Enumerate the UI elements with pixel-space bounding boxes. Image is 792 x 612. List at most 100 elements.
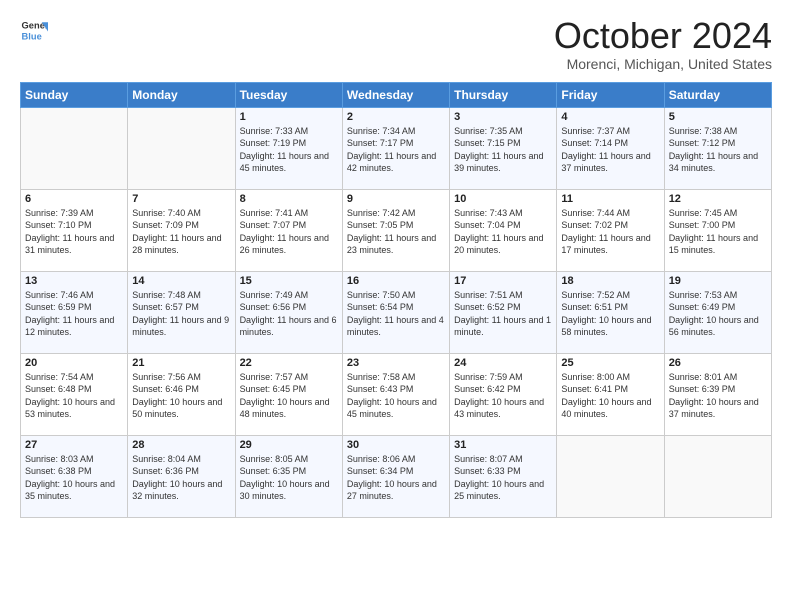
- header-sunday: Sunday: [21, 82, 128, 107]
- day-info: Sunrise: 7:45 AM Sunset: 7:00 PM Dayligh…: [669, 207, 767, 257]
- day-info: Sunrise: 7:48 AM Sunset: 6:57 PM Dayligh…: [132, 289, 230, 339]
- day-info: Sunrise: 7:54 AM Sunset: 6:48 PM Dayligh…: [25, 371, 123, 421]
- day-cell: 15 Sunrise: 7:49 AM Sunset: 6:56 PM Dayli…: [235, 271, 342, 353]
- logo-icon: General Blue: [20, 16, 48, 44]
- days-header-row: Sunday Monday Tuesday Wednesday Thursday…: [21, 82, 772, 107]
- day-cell: 14 Sunrise: 7:48 AM Sunset: 6:57 PM Dayli…: [128, 271, 235, 353]
- day-number: 19: [669, 275, 767, 287]
- calendar-header: General Blue October 2024 Morenci, Michi…: [20, 16, 772, 72]
- day-cell: 3 Sunrise: 7:35 AM Sunset: 7:15 PM Daylig…: [450, 107, 557, 189]
- day-cell: 23 Sunrise: 7:58 AM Sunset: 6:43 PM Dayli…: [342, 353, 449, 435]
- day-cell: 21 Sunrise: 7:56 AM Sunset: 6:46 PM Dayli…: [128, 353, 235, 435]
- day-info: Sunrise: 7:56 AM Sunset: 6:46 PM Dayligh…: [132, 371, 230, 421]
- header-wednesday: Wednesday: [342, 82, 449, 107]
- day-cell: 5 Sunrise: 7:38 AM Sunset: 7:12 PM Daylig…: [664, 107, 771, 189]
- day-number: 29: [240, 439, 338, 451]
- day-number: 18: [561, 275, 659, 287]
- day-number: 13: [25, 275, 123, 287]
- header-thursday: Thursday: [450, 82, 557, 107]
- week-row-1: 1 Sunrise: 7:33 AM Sunset: 7:19 PM Daylig…: [21, 107, 772, 189]
- day-info: Sunrise: 7:51 AM Sunset: 6:52 PM Dayligh…: [454, 289, 552, 339]
- day-number: 15: [240, 275, 338, 287]
- day-number: 11: [561, 193, 659, 205]
- day-info: Sunrise: 7:53 AM Sunset: 6:49 PM Dayligh…: [669, 289, 767, 339]
- day-number: 7: [132, 193, 230, 205]
- day-number: 30: [347, 439, 445, 451]
- header-saturday: Saturday: [664, 82, 771, 107]
- day-cell: 6 Sunrise: 7:39 AM Sunset: 7:10 PM Daylig…: [21, 189, 128, 271]
- week-row-2: 6 Sunrise: 7:39 AM Sunset: 7:10 PM Daylig…: [21, 189, 772, 271]
- day-info: Sunrise: 7:58 AM Sunset: 6:43 PM Dayligh…: [347, 371, 445, 421]
- day-number: 4: [561, 111, 659, 123]
- day-info: Sunrise: 7:46 AM Sunset: 6:59 PM Dayligh…: [25, 289, 123, 339]
- day-cell: 10 Sunrise: 7:43 AM Sunset: 7:04 PM Dayli…: [450, 189, 557, 271]
- day-info: Sunrise: 8:01 AM Sunset: 6:39 PM Dayligh…: [669, 371, 767, 421]
- day-cell: 2Sunrise: 7:34 AM Sunset: 7:17 PM Daylig…: [342, 107, 449, 189]
- day-info: Sunrise: 8:03 AM Sunset: 6:38 PM Dayligh…: [25, 453, 123, 503]
- calendar-title: October 2024: [554, 16, 772, 56]
- day-cell: 28 Sunrise: 8:04 AM Sunset: 6:36 PM Dayli…: [128, 435, 235, 517]
- week-row-5: 27 Sunrise: 8:03 AM Sunset: 6:38 PM Dayli…: [21, 435, 772, 517]
- day-number: 31: [454, 439, 552, 451]
- day-cell: 17Sunrise: 7:51 AM Sunset: 6:52 PM Dayli…: [450, 271, 557, 353]
- day-number: 1: [240, 111, 338, 123]
- day-info: Sunrise: 7:38 AM Sunset: 7:12 PM Dayligh…: [669, 125, 767, 175]
- day-number: 26: [669, 357, 767, 369]
- day-info: Sunrise: 7:57 AM Sunset: 6:45 PM Dayligh…: [240, 371, 338, 421]
- day-number: 3: [454, 111, 552, 123]
- day-cell: 24Sunrise: 7:59 AM Sunset: 6:42 PM Dayli…: [450, 353, 557, 435]
- day-cell: 4 Sunrise: 7:37 AM Sunset: 7:14 PM Daylig…: [557, 107, 664, 189]
- day-info: Sunrise: 7:41 AM Sunset: 7:07 PM Dayligh…: [240, 207, 338, 257]
- day-cell: 22Sunrise: 7:57 AM Sunset: 6:45 PM Dayli…: [235, 353, 342, 435]
- day-cell: 26 Sunrise: 8:01 AM Sunset: 6:39 PM Dayli…: [664, 353, 771, 435]
- day-info: Sunrise: 7:44 AM Sunset: 7:02 PM Dayligh…: [561, 207, 659, 257]
- day-cell: 7Sunrise: 7:40 AM Sunset: 7:09 PM Daylig…: [128, 189, 235, 271]
- day-number: 28: [132, 439, 230, 451]
- calendar-subtitle: Morenci, Michigan, United States: [554, 56, 772, 72]
- day-number: 27: [25, 439, 123, 451]
- day-cell: 12 Sunrise: 7:45 AM Sunset: 7:00 PM Dayli…: [664, 189, 771, 271]
- day-info: Sunrise: 7:50 AM Sunset: 6:54 PM Dayligh…: [347, 289, 445, 339]
- day-cell: 27 Sunrise: 8:03 AM Sunset: 6:38 PM Dayli…: [21, 435, 128, 517]
- day-info: Sunrise: 7:33 AM Sunset: 7:19 PM Dayligh…: [240, 125, 338, 175]
- day-info: Sunrise: 7:49 AM Sunset: 6:56 PM Dayligh…: [240, 289, 338, 339]
- day-info: Sunrise: 7:37 AM Sunset: 7:14 PM Dayligh…: [561, 125, 659, 175]
- svg-text:Blue: Blue: [22, 31, 42, 41]
- day-number: 10: [454, 193, 552, 205]
- title-block: October 2024 Morenci, Michigan, United S…: [554, 16, 772, 72]
- day-info: Sunrise: 8:00 AM Sunset: 6:41 PM Dayligh…: [561, 371, 659, 421]
- day-cell: 18Sunrise: 7:52 AM Sunset: 6:51 PM Dayli…: [557, 271, 664, 353]
- day-cell: [21, 107, 128, 189]
- day-info: Sunrise: 7:43 AM Sunset: 7:04 PM Dayligh…: [454, 207, 552, 257]
- day-number: 23: [347, 357, 445, 369]
- day-info: Sunrise: 7:42 AM Sunset: 7:05 PM Dayligh…: [347, 207, 445, 257]
- day-number: 6: [25, 193, 123, 205]
- day-number: 5: [669, 111, 767, 123]
- day-number: 12: [669, 193, 767, 205]
- day-number: 9: [347, 193, 445, 205]
- logo: General Blue: [20, 16, 50, 44]
- day-info: Sunrise: 7:39 AM Sunset: 7:10 PM Dayligh…: [25, 207, 123, 257]
- calendar-page: General Blue October 2024 Morenci, Michi…: [0, 0, 792, 612]
- day-number: 21: [132, 357, 230, 369]
- day-number: 20: [25, 357, 123, 369]
- day-cell: 11 Sunrise: 7:44 AM Sunset: 7:02 PM Dayli…: [557, 189, 664, 271]
- day-info: Sunrise: 8:05 AM Sunset: 6:35 PM Dayligh…: [240, 453, 338, 503]
- week-row-3: 13 Sunrise: 7:46 AM Sunset: 6:59 PM Dayli…: [21, 271, 772, 353]
- day-info: Sunrise: 8:06 AM Sunset: 6:34 PM Dayligh…: [347, 453, 445, 503]
- week-row-4: 20 Sunrise: 7:54 AM Sunset: 6:48 PM Dayli…: [21, 353, 772, 435]
- calendar-table: Sunday Monday Tuesday Wednesday Thursday…: [20, 82, 772, 518]
- day-cell: 8Sunrise: 7:41 AM Sunset: 7:07 PM Daylig…: [235, 189, 342, 271]
- day-number: 14: [132, 275, 230, 287]
- day-cell: 16Sunrise: 7:50 AM Sunset: 6:54 PM Dayli…: [342, 271, 449, 353]
- day-cell: 19 Sunrise: 7:53 AM Sunset: 6:49 PM Dayli…: [664, 271, 771, 353]
- day-number: 25: [561, 357, 659, 369]
- day-info: Sunrise: 7:35 AM Sunset: 7:15 PM Dayligh…: [454, 125, 552, 175]
- header-monday: Monday: [128, 82, 235, 107]
- day-cell: [128, 107, 235, 189]
- day-cell: 25 Sunrise: 8:00 AM Sunset: 6:41 PM Dayli…: [557, 353, 664, 435]
- day-info: Sunrise: 7:34 AM Sunset: 7:17 PM Dayligh…: [347, 125, 445, 175]
- day-cell: [664, 435, 771, 517]
- day-cell: 31Sunrise: 8:07 AM Sunset: 6:33 PM Dayli…: [450, 435, 557, 517]
- day-info: Sunrise: 8:04 AM Sunset: 6:36 PM Dayligh…: [132, 453, 230, 503]
